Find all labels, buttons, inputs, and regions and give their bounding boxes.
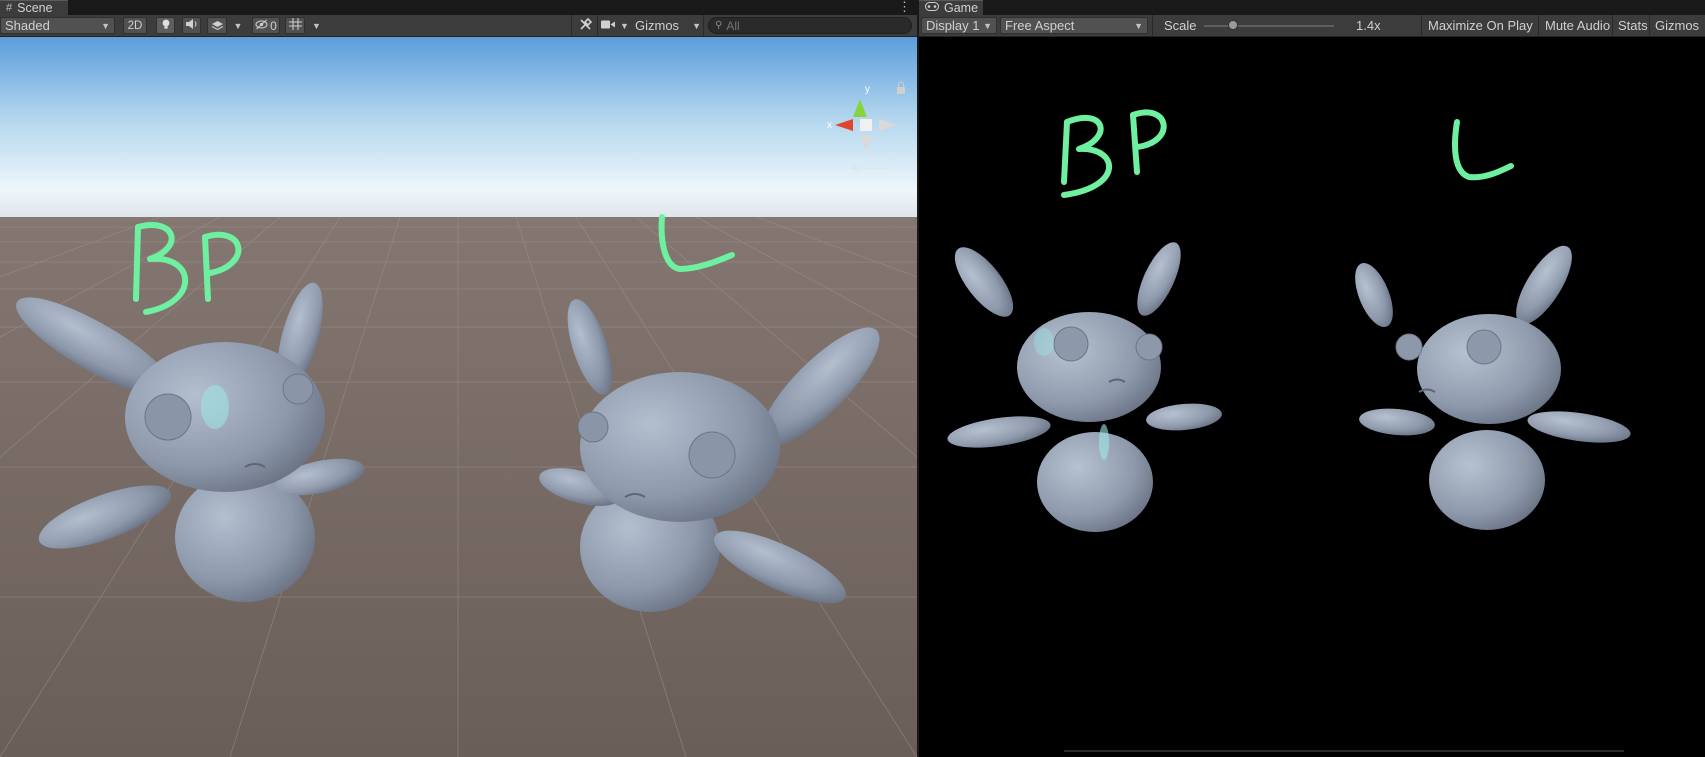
toolbar-separator (1649, 15, 1650, 37)
annotation-l-game (1452, 119, 1514, 181)
scene-gizmos-label: Gizmos (635, 18, 680, 33)
gamepad-icon (925, 2, 939, 14)
tools-button[interactable] (577, 17, 593, 34)
scene-search-field[interactable]: ⚲ (708, 17, 912, 34)
mute-audio-label: Mute Audio (1545, 18, 1611, 33)
effects-dropdown[interactable]: ▼ (232, 17, 244, 34)
eye-slash-icon (255, 18, 268, 33)
axis-label-y: y (865, 84, 870, 95)
wrench-icon (579, 17, 592, 34)
scale-value-text: 1.4x (1356, 18, 1381, 33)
game-tabbar: Game (919, 0, 1705, 15)
annotation-bp-game (1061, 109, 1167, 198)
hidden-count: 0 (270, 18, 277, 33)
display-dropdown[interactable]: Display 1 ▼ (921, 17, 997, 34)
tab-scene[interactable]: # Scene (0, 0, 68, 15)
maximize-on-play-toggle[interactable]: Maximize On Play (1424, 17, 1537, 34)
game-bunny-right (1355, 245, 1631, 530)
camera-icon (601, 18, 616, 33)
more-options-icon[interactable]: ⋮ (898, 0, 911, 15)
toolbar-separator (1421, 15, 1422, 37)
camera-settings-dropdown[interactable]: ▼ (601, 17, 631, 34)
toolbar-separator (703, 15, 704, 37)
chevron-down-icon: ▼ (620, 20, 629, 31)
maximize-on-play-label: Maximize On Play (1428, 18, 1533, 33)
game-toolbar: Display 1 ▼ Free Aspect ▼ Scale 1.4x Max… (919, 15, 1705, 37)
aspect-dropdown[interactable]: Free Aspect ▼ (1000, 17, 1148, 34)
speaker-icon (185, 18, 198, 33)
display-value: Display 1 (926, 18, 980, 33)
scale-value: 1.4x (1356, 17, 1396, 34)
toolbar-separator (1612, 15, 1613, 37)
layers-icon (211, 18, 224, 33)
chevron-down-icon: ▼ (101, 20, 110, 31)
toolbar-separator (571, 15, 572, 37)
game-bunny-left (947, 242, 1222, 532)
aspect-value: Free Aspect (1005, 18, 1075, 33)
scene-visibility-button[interactable]: 0 (252, 17, 280, 34)
lighting-toggle-button[interactable] (156, 17, 175, 34)
scene-toolbar: Shaded ▼ 2D ▼ 0 ▼ ▼ Gizmos ▼ ⚲ All (0, 15, 917, 37)
scene-panel: # Scene ⋮ Shaded ▼ 2D ▼ 0 ▼ ▼ Gizmos ▼ ⚲… (0, 0, 917, 757)
axis-label-x: x (827, 120, 832, 131)
lightbulb-icon (160, 18, 172, 33)
skybox (0, 37, 917, 217)
stats-label: Stats (1618, 18, 1648, 33)
toolbar-separator (1538, 15, 1539, 37)
scene-search-input[interactable] (722, 18, 897, 33)
game-render (947, 109, 1631, 752)
scene-viewport[interactable]: y x (0, 37, 917, 757)
game-viewport[interactable] (919, 37, 1705, 757)
tab-game[interactable]: Game (919, 0, 983, 15)
2d-toggle-label: 2D (127, 19, 143, 32)
grid-toggle-button[interactable] (285, 17, 305, 34)
scale-slider-track (1204, 25, 1334, 27)
scale-slider-thumb[interactable] (1228, 20, 1238, 30)
toolbar-separator (597, 15, 598, 37)
grid-snap-icon (288, 18, 302, 33)
tab-game-label: Game (944, 1, 979, 15)
grid-icon: # (6, 2, 13, 14)
shading-mode-dropdown[interactable]: Shaded ▼ (0, 17, 115, 34)
scale-label: Scale (1164, 17, 1204, 34)
scale-slider[interactable] (1204, 17, 1334, 34)
chevron-down-icon: ▼ (1134, 20, 1143, 31)
search-icon: ⚲ (715, 20, 723, 31)
scene-render: y x (0, 37, 917, 757)
chevron-down-icon: ▼ (983, 20, 992, 31)
scale-label-text: Scale (1164, 18, 1197, 33)
audio-toggle-button[interactable] (182, 17, 201, 34)
game-view-scrollbar[interactable] (1064, 750, 1624, 752)
tab-scene-label: Scene (17, 1, 53, 15)
2d-toggle-button[interactable]: 2D (123, 17, 147, 34)
shading-mode-value: Shaded (5, 18, 50, 33)
grid-options-dropdown[interactable]: ▼ (310, 17, 323, 34)
stats-toggle[interactable]: Stats (1614, 17, 1652, 34)
game-gizmos-label: Gizmos (1655, 18, 1700, 33)
chevron-down-icon: ▼ (692, 20, 701, 31)
game-gizmos-toggle[interactable]: Gizmos (1651, 17, 1703, 34)
toolbar-separator (1152, 15, 1153, 37)
effects-toggle-button[interactable] (207, 17, 227, 34)
chevron-down-icon: ▼ (312, 20, 321, 31)
scene-tabbar: # Scene ⋮ (0, 0, 917, 15)
chevron-down-icon: ▼ (233, 20, 243, 31)
scene-gizmos-dropdown[interactable]: Gizmos ▼ (635, 17, 701, 34)
game-panel: Game Display 1 ▼ Free Aspect ▼ Scale 1.4… (919, 0, 1705, 757)
mute-audio-toggle[interactable]: Mute Audio (1541, 17, 1614, 34)
